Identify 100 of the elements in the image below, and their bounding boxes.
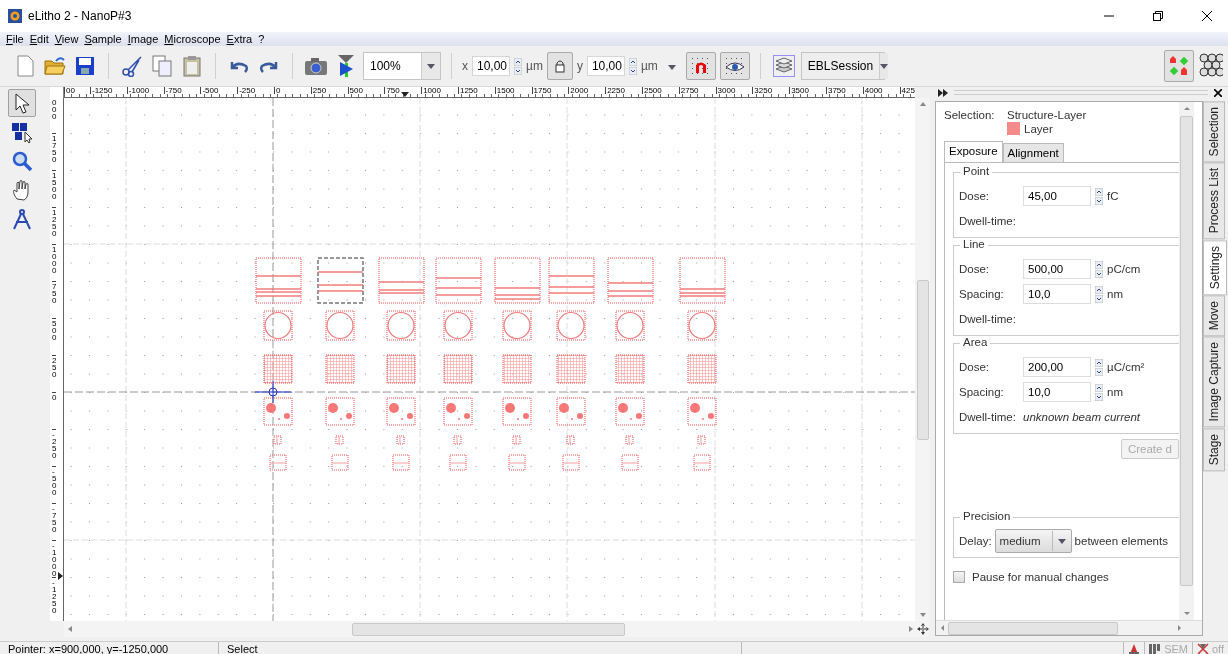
- line-pattern[interactable]: [679, 257, 726, 304]
- dot-pattern[interactable]: [615, 397, 645, 426]
- box-pattern[interactable]: [508, 454, 526, 471]
- panel-horizontal-scrollbar[interactable]: [936, 620, 1202, 635]
- circle-pattern[interactable]: [687, 310, 717, 341]
- vertical-scrollbar[interactable]: [915, 98, 930, 621]
- session-combo[interactable]: EBLSession: [800, 52, 885, 80]
- line-pattern[interactable]: [255, 257, 302, 304]
- dot-pattern[interactable]: [556, 397, 586, 426]
- circle-pattern[interactable]: [556, 310, 586, 341]
- spinner-control[interactable]: [1095, 260, 1103, 278]
- scrollbar-thumb[interactable]: [1180, 116, 1193, 586]
- spinner-control[interactable]: [1095, 383, 1103, 401]
- small-square-pattern[interactable]: [697, 435, 706, 445]
- grid-pattern[interactable]: [502, 354, 532, 384]
- line-pattern[interactable]: [378, 257, 425, 304]
- pattern-button[interactable]: [1198, 52, 1224, 80]
- menu-item[interactable]: ?: [258, 33, 265, 45]
- dot-pattern[interactable]: [325, 397, 355, 426]
- side-tab[interactable]: Settings: [1203, 239, 1227, 296]
- dot-pattern[interactable]: [502, 397, 532, 426]
- tool-button[interactable]: [8, 89, 36, 117]
- dot-pattern[interactable]: [687, 397, 717, 426]
- grid-pattern[interactable]: [263, 354, 293, 384]
- line-pattern[interactable]: [607, 257, 654, 304]
- spinner-control[interactable]: [628, 57, 637, 75]
- spinner-control[interactable]: [1095, 358, 1103, 376]
- x-field[interactable]: 10,00: [472, 56, 510, 76]
- dot-pattern[interactable]: [386, 397, 416, 426]
- grid-pattern[interactable]: [325, 354, 355, 384]
- spinner-control[interactable]: [514, 57, 522, 75]
- circle-pattern[interactable]: [615, 310, 645, 341]
- close-icon: [1201, 11, 1212, 21]
- value-field[interactable]: 45,00: [1023, 186, 1091, 206]
- horizontal-scrollbar[interactable]: [64, 621, 929, 637]
- spinner-control[interactable]: [1095, 187, 1103, 205]
- scrollbar-thumb[interactable]: [916, 280, 929, 440]
- box-pattern[interactable]: [562, 454, 580, 471]
- tab[interactable]: Exposure: [944, 141, 1003, 162]
- small-square-pattern[interactable]: [273, 435, 282, 445]
- scrollbar-thumb[interactable]: [948, 621, 1118, 635]
- zoom-combo[interactable]: 100%: [363, 52, 441, 80]
- box-pattern[interactable]: [392, 454, 410, 471]
- menu-item[interactable]: Sample: [84, 33, 122, 45]
- menu-item[interactable]: Edit: [29, 33, 49, 45]
- small-square-pattern[interactable]: [396, 435, 405, 445]
- scrollbar-thumb[interactable]: [352, 622, 625, 636]
- y-field[interactable]: 10,00: [586, 56, 625, 76]
- line-pattern[interactable]: [494, 257, 541, 304]
- value-field[interactable]: 10,0: [1023, 382, 1091, 402]
- dot-pattern[interactable]: [443, 397, 473, 426]
- menu-item[interactable]: View: [54, 33, 79, 45]
- value-field[interactable]: 500,00: [1023, 259, 1091, 279]
- show-grid-button[interactable]: [719, 52, 750, 80]
- move-icon[interactable]: [917, 623, 929, 635]
- box-pattern[interactable]: [331, 454, 349, 471]
- circle-pattern[interactable]: [443, 310, 473, 341]
- small-square-pattern[interactable]: [453, 435, 462, 445]
- small-square-pattern[interactable]: [566, 435, 575, 445]
- side-tab[interactable]: Selection: [1203, 101, 1225, 163]
- side-tab[interactable]: Move: [1203, 295, 1225, 337]
- side-tab[interactable]: Stage: [1203, 427, 1225, 472]
- box-pattern[interactable]: [269, 454, 287, 471]
- close-icon[interactable]: [1214, 88, 1222, 97]
- menu-item[interactable]: Extra: [226, 33, 253, 45]
- grid-pattern[interactable]: [386, 354, 416, 384]
- snap-grid-button[interactable]: [685, 52, 716, 80]
- line-pattern[interactable]: [435, 257, 482, 304]
- grid-pattern[interactable]: [615, 354, 645, 384]
- box-pattern[interactable]: [449, 454, 467, 471]
- panel-scrollbar[interactable]: [1179, 102, 1194, 620]
- small-square-pattern[interactable]: [335, 435, 344, 445]
- circle-pattern[interactable]: [502, 310, 532, 341]
- side-tab[interactable]: Process List: [1203, 162, 1225, 240]
- small-square-pattern[interactable]: [625, 435, 634, 445]
- layers-button[interactable]: [770, 52, 797, 80]
- line-pattern[interactable]: [317, 257, 364, 304]
- grid-pattern[interactable]: [687, 354, 717, 384]
- spinner-control[interactable]: [1095, 285, 1103, 303]
- menu-item[interactable]: Microscope: [164, 33, 221, 45]
- grid-pattern[interactable]: [556, 354, 586, 384]
- lock-button[interactable]: [546, 52, 573, 80]
- line-pattern[interactable]: [548, 257, 595, 304]
- value-field[interactable]: 10,0: [1023, 284, 1091, 304]
- box-pattern[interactable]: [621, 454, 639, 471]
- side-tab[interactable]: Image Capture: [1203, 336, 1225, 428]
- circle-pattern[interactable]: [263, 310, 293, 341]
- tab[interactable]: Alignment: [1002, 143, 1064, 162]
- pause-checkbox[interactable]: [953, 571, 965, 583]
- circle-pattern[interactable]: [325, 310, 355, 341]
- value-field[interactable]: 200,00: [1023, 357, 1091, 377]
- dot-pattern[interactable]: [263, 397, 293, 426]
- small-square-pattern[interactable]: [512, 435, 521, 445]
- menu-item[interactable]: File: [6, 33, 24, 45]
- circle-pattern[interactable]: [386, 310, 416, 341]
- menu-item[interactable]: Image: [127, 33, 159, 45]
- grid-pattern[interactable]: [443, 354, 473, 384]
- expand-icon[interactable]: [938, 88, 948, 97]
- box-pattern[interactable]: [693, 454, 711, 471]
- delay-dropdown[interactable]: medium: [994, 529, 1072, 553]
